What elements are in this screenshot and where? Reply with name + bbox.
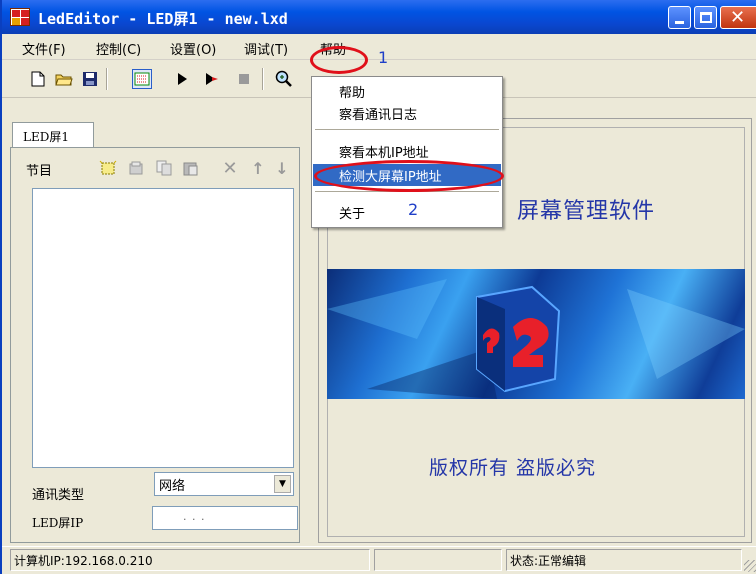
maximize-button[interactable] <box>694 6 717 29</box>
menu-item-help[interactable]: 帮助 <box>313 80 501 102</box>
new-program-icon[interactable] <box>98 158 118 178</box>
zoom-icon[interactable] <box>274 69 294 89</box>
screen-grid-icon[interactable] <box>132 69 152 89</box>
title-bar[interactable]: LedEditor - LED屏1 - new.lxd ✕ <box>2 0 756 34</box>
app-window: LedEditor - LED屏1 - new.lxd ✕ 文件(F) 控制(C… <box>0 0 756 574</box>
play-icon[interactable] <box>172 69 192 89</box>
menu-item-view-comm-log[interactable]: 察看通讯日志 <box>313 102 501 124</box>
save-icon[interactable] <box>80 69 100 89</box>
menu-file[interactable]: 文件(F) <box>22 39 66 58</box>
company-logo-icon <box>327 279 745 399</box>
stop-icon[interactable] <box>234 69 254 89</box>
program-list[interactable] <box>32 188 294 468</box>
menu-separator <box>315 129 499 131</box>
led-ip-label: LED屏IP <box>32 516 84 530</box>
menu-settings[interactable]: 设置(O) <box>170 39 216 58</box>
close-button[interactable]: ✕ <box>720 6 756 29</box>
resize-grip-icon[interactable] <box>744 560 756 572</box>
copy-icon[interactable] <box>154 158 174 178</box>
comm-type-value: 网络 <box>159 479 186 494</box>
chevron-down-icon[interactable]: ▼ <box>274 475 291 493</box>
toolbar-separator <box>262 68 264 90</box>
menu-item-about[interactable]: 关于 <box>313 201 501 223</box>
step-2-label: 2 <box>408 200 419 219</box>
window-title: LedEditor - LED屏1 - new.lxd <box>38 10 288 28</box>
maximize-icon <box>700 12 712 23</box>
paste-icon[interactable] <box>180 158 200 178</box>
banner-image <box>327 269 745 399</box>
move-down-icon[interactable]: ↓ <box>272 158 292 178</box>
menu-separator <box>315 191 499 193</box>
menu-help[interactable]: 帮助 <box>320 39 346 58</box>
app-icon <box>10 8 30 26</box>
minimize-button[interactable] <box>668 6 691 29</box>
status-computer-ip: 计算机IP:192.168.0.210 <box>10 549 370 571</box>
play-step-icon[interactable] <box>202 69 222 89</box>
help-menu-dropdown: 帮助 察看通讯日志 察看本机IP地址 检测大屏幕IP地址 关于 <box>311 76 503 228</box>
toolbar-separator <box>106 68 108 90</box>
status-bar: 计算机IP:192.168.0.210 状态:正常编辑 <box>2 546 756 574</box>
status-middle <box>374 549 502 571</box>
open-folder-icon[interactable] <box>54 69 74 89</box>
tab-led-screen[interactable]: LED屏1 <box>12 122 94 148</box>
menu-item-view-local-ip[interactable]: 察看本机IP地址 <box>313 140 501 162</box>
menu-control[interactable]: 控制(C) <box>96 39 141 58</box>
copyright-text: 版权所有 盗版必究 <box>429 457 597 479</box>
new-file-icon[interactable] <box>28 69 48 89</box>
close-icon: ✕ <box>730 7 746 28</box>
copy-program-icon[interactable] <box>126 158 146 178</box>
comm-type-label: 通讯类型 <box>32 488 85 503</box>
program-label: 节目 <box>26 164 53 179</box>
led-ip-input[interactable]: . . . <box>152 506 298 530</box>
status-state: 状态:正常编辑 <box>506 549 742 571</box>
comm-type-select[interactable]: 网络 ▼ <box>154 472 294 496</box>
move-up-icon[interactable]: ↑ <box>248 158 268 178</box>
menu-debug[interactable]: 调试(T) <box>244 39 288 58</box>
menu-item-detect-screen-ip[interactable]: 检测大屏幕IP地址 <box>313 164 501 186</box>
delete-icon[interactable]: ✕ <box>220 158 240 179</box>
minimize-icon <box>675 21 684 24</box>
brand-text: 屏幕管理软件 <box>517 199 656 224</box>
step-1-label: 1 <box>378 48 389 67</box>
